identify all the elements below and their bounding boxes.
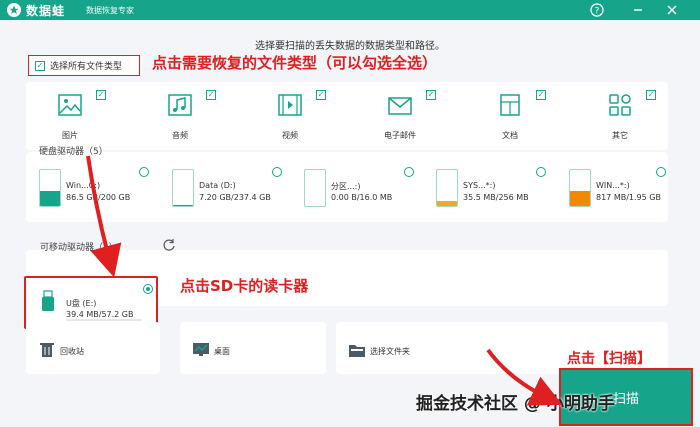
svg-text:?: ? [595, 7, 600, 17]
file-type-video[interactable]: ✓ 视频 [246, 82, 346, 150]
hard-drives-title: 硬盘驱动器（5） [39, 147, 108, 157]
hard-drive-icon [569, 169, 591, 207]
location-desktop[interactable]: 桌面 [180, 322, 326, 374]
app-subtitle: 数据恢复专家 [86, 6, 134, 15]
checkbox-checked-icon[interactable]: ✓ [96, 90, 106, 100]
file-type-image[interactable]: ✓ 图片 [26, 82, 126, 150]
file-type-other[interactable]: ✓ 其它 [576, 82, 676, 150]
drive-size: 817 MB/1.95 GB [596, 193, 661, 202]
annotation-file-type-hint: 点击需要恢复的文件类型（可以勾选全选） [152, 54, 438, 72]
checkbox-checked-icon[interactable]: ✓ [316, 90, 326, 100]
usb-drive-name: U盘 (E:) [66, 299, 97, 308]
file-type-label: 文档 [502, 131, 518, 140]
usb-drive-size: 39.4 MB/57.2 GB [66, 310, 134, 319]
drive-item[interactable]: WIN...*:) 817 MB/1.95 GB [556, 167, 676, 215]
file-type-email[interactable]: ✓ 电子邮件 [356, 82, 456, 150]
checkbox-checked-icon[interactable]: ✓ [426, 90, 436, 100]
select-all-checkbox[interactable]: ✓ 选择所有文件类型 [28, 55, 140, 76]
hard-drive-icon [39, 169, 61, 207]
drive-size: 0.00 B/16.0 MB [331, 193, 393, 202]
drive-radio[interactable] [404, 167, 414, 177]
drive-name: 分区...:) [331, 182, 361, 191]
scan-button-label: 扫描 [612, 391, 639, 407]
file-type-label: 音频 [172, 131, 188, 140]
drive-item[interactable]: Win...C:) 86.5 GB/200 GB [26, 167, 149, 215]
annotation-scan-hint: 点击【扫描】 [567, 351, 651, 367]
drive-item[interactable]: SYS...*:) 35.5 MB/256 MB [423, 167, 546, 215]
minimize-icon[interactable] [630, 2, 646, 18]
frog-logo-icon [7, 3, 21, 17]
file-type-label: 视频 [282, 131, 298, 140]
hard-drives-card: 硬盘驱动器（5） Win...C:) 86.5 GB/200 GB Data (… [26, 147, 668, 222]
file-type-audio[interactable]: ✓ 音频 [136, 82, 236, 150]
drive-radio[interactable] [139, 167, 149, 177]
file-type-label: 其它 [612, 131, 628, 140]
desktop-icon [193, 343, 209, 356]
drive-size: 86.5 GB/200 GB [66, 193, 131, 202]
file-type-label: 图片 [62, 131, 78, 140]
location-recycle-bin[interactable]: 回收站 [26, 322, 160, 374]
music-icon [168, 94, 192, 116]
file-type-document[interactable]: ✓ 文档 [466, 82, 566, 150]
refresh-icon[interactable] [162, 238, 176, 252]
drive-item[interactable]: 分区...:) 0.00 B/16.0 MB [291, 167, 414, 215]
drive-size: 35.5 MB/256 MB [463, 193, 529, 202]
annotation-sd-hint: 点击SD卡的读卡器 [180, 277, 309, 295]
hard-drive-icon [436, 169, 458, 207]
document-icon [500, 94, 520, 116]
title-bar: 数据蛙 数据恢复专家 ? [0, 0, 700, 20]
usb-drive-icon [42, 290, 54, 311]
checkbox-checked-icon[interactable]: ✓ [206, 90, 216, 100]
other-icon [609, 94, 631, 116]
checkbox-checked-icon[interactable]: ✓ [646, 90, 656, 100]
select-all-label: 选择所有文件类型 [50, 62, 123, 72]
usb-radio-selected[interactable] [143, 284, 153, 294]
help-circle-icon[interactable]: ? [589, 2, 605, 18]
drive-name: Win...C:) [66, 181, 101, 190]
usb-usage-bar [66, 319, 142, 321]
drive-radio[interactable] [536, 167, 546, 177]
main-panel: 选择要扫描的丢失数据的数据类型和路径。 ✓ 选择所有文件类型 点击需要恢复的文件… [0, 20, 700, 427]
drive-name: Data (D:) [199, 181, 236, 190]
hard-drive-icon [172, 169, 194, 207]
location-label: 桌面 [214, 347, 230, 356]
checkbox-checked-icon: ✓ [35, 60, 45, 71]
drive-name: WIN...*:) [596, 181, 630, 190]
scan-button[interactable]: 扫描 [559, 368, 693, 426]
close-icon[interactable] [664, 2, 680, 18]
removable-drives-title: 可移动驱动器（1） [40, 243, 118, 253]
drive-item[interactable]: Data (D:) 7.20 GB/237.4 GB [159, 167, 282, 215]
instruction-text: 选择要扫描的丢失数据的数据类型和路径。 [255, 41, 445, 52]
email-icon [388, 97, 412, 115]
image-icon [58, 94, 82, 116]
hard-drive-icon [304, 169, 326, 207]
file-types-card: ✓ 图片 ✓ 音频 ✓ 视频 ✓ 电子邮件 ✓ 文档 ✓ 其它 [26, 82, 668, 150]
drive-size: 7.20 GB/237.4 GB [199, 193, 271, 202]
file-type-label: 电子邮件 [384, 131, 416, 140]
video-icon [278, 94, 302, 116]
checkbox-checked-icon[interactable]: ✓ [536, 90, 546, 100]
location-label: 回收站 [60, 347, 84, 356]
app-name: 数据蛙 [26, 4, 66, 18]
location-label: 选择文件夹 [370, 347, 410, 356]
recycle-bin-icon [40, 343, 54, 357]
drive-radio[interactable] [656, 167, 666, 177]
drive-radio[interactable] [272, 167, 282, 177]
drive-name: SYS...*:) [463, 181, 496, 190]
folder-icon [349, 345, 365, 357]
